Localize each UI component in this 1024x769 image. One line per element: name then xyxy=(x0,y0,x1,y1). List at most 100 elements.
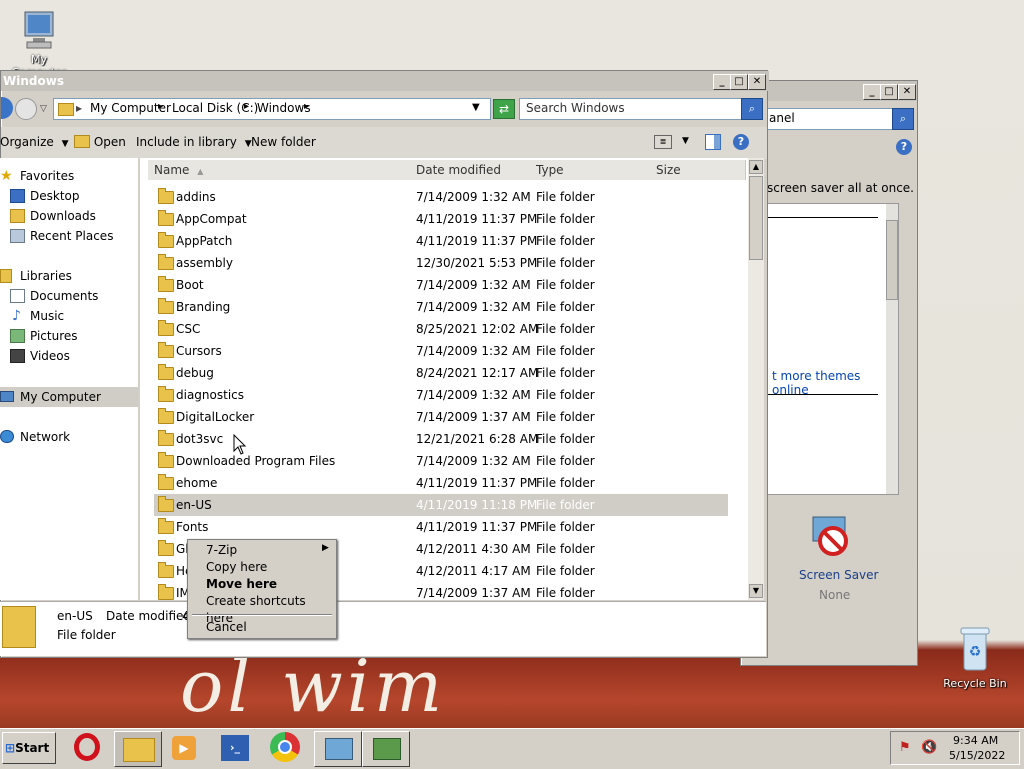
nav-my-computer[interactable]: My Computer xyxy=(0,387,138,407)
column-name-label: Name xyxy=(154,163,190,177)
scroll-thumb[interactable] xyxy=(749,176,763,260)
recent-pages-chevron-icon[interactable]: ▽ xyxy=(40,104,47,114)
context-menu[interactable]: 7-Zip ▶ Copy here Move here Create short… xyxy=(187,539,337,639)
explorer-titlebar[interactable]: Windows xyxy=(1,71,769,91)
search-icon[interactable]: ⌕ xyxy=(892,108,914,130)
nav-network[interactable]: Network xyxy=(0,427,136,447)
taskbar-chrome[interactable] xyxy=(270,732,302,764)
nav-documents[interactable]: Documents xyxy=(0,286,136,306)
preview-pane-icon[interactable] xyxy=(705,134,721,150)
search-input[interactable]: Search Windows xyxy=(519,98,743,120)
forward-button[interactable] xyxy=(15,98,37,120)
file-row[interactable]: Fonts 4/11/2019 11:37 PM File folder xyxy=(154,516,728,538)
column-header-date[interactable]: Date modified xyxy=(410,160,532,180)
nav-music[interactable]: ♪ Music xyxy=(0,306,136,326)
screen-saver-label[interactable]: Screen Saver xyxy=(799,568,878,582)
nav-libraries[interactable]: Libraries xyxy=(0,266,136,286)
search-icon[interactable]: ⌕ xyxy=(741,98,763,120)
help-icon[interactable]: ? xyxy=(733,134,749,150)
address-bar[interactable]: ▸ My Computer ▸ Local Disk (C:) ▸ Window… xyxy=(53,98,491,120)
file-row[interactable]: ehome 4/11/2019 11:37 PM File folder xyxy=(154,472,728,494)
menu-item-7zip[interactable]: 7-Zip xyxy=(188,542,336,559)
nav-pictures[interactable]: Pictures xyxy=(0,326,136,346)
desktop-icon-my-computer[interactable]: My Computer xyxy=(4,10,74,79)
address-dropdown-icon[interactable]: ▼ xyxy=(472,102,480,113)
close-button[interactable]: ✕ xyxy=(748,74,766,90)
taskbar-explorer[interactable] xyxy=(114,731,162,767)
file-name: addins xyxy=(176,190,216,204)
control-panel-search-input[interactable]: anel xyxy=(765,108,893,130)
scroll-down-icon[interactable]: ▼ xyxy=(749,584,763,598)
file-row[interactable]: Cursors 7/14/2009 1:32 AM File folder xyxy=(154,340,728,362)
file-row[interactable]: debug 8/24/2021 12:17 AM File folder xyxy=(154,362,728,384)
desktop-icon-recycle-bin[interactable]: ♻ Recycle Bin xyxy=(940,624,1010,690)
nav-desktop[interactable]: Desktop xyxy=(0,186,136,206)
folder-icon xyxy=(58,103,74,116)
file-row[interactable]: AppPatch 4/11/2019 11:37 PM File folder xyxy=(154,230,728,252)
clock-date[interactable]: 5/15/2022 xyxy=(949,749,1005,762)
nav-favorites[interactable]: ★ Favorites xyxy=(0,166,136,186)
view-options-icon[interactable]: ≣ xyxy=(654,135,672,149)
column-header-size[interactable]: Size xyxy=(650,160,746,180)
get-more-themes-link[interactable]: t more themes online xyxy=(772,369,898,397)
taskbar-media-player[interactable]: ▶ xyxy=(170,733,198,763)
powershell-icon: ›_ xyxy=(221,735,249,761)
computer-icon xyxy=(24,11,54,49)
refresh-icon[interactable]: ⇄ xyxy=(493,99,515,119)
include-in-library-button[interactable]: Include in library ▼ xyxy=(136,134,252,150)
minimize-button[interactable]: _ xyxy=(863,84,881,100)
clock-time[interactable]: 9:34 AM xyxy=(953,734,998,747)
file-row[interactable]: Branding 7/14/2009 1:32 AM File folder xyxy=(154,296,728,318)
scroll-up-icon[interactable]: ▲ xyxy=(749,160,763,174)
file-type: File folder xyxy=(536,388,595,402)
menu-item-create-shortcuts[interactable]: Create shortcuts here xyxy=(188,593,336,625)
file-row[interactable]: diagnostics 7/14/2009 1:32 AM File folder xyxy=(154,384,728,406)
column-header-name[interactable]: Name ▲ xyxy=(148,160,412,180)
maximize-button[interactable]: □ xyxy=(880,84,898,100)
file-row[interactable]: en-US 4/11/2019 11:18 PM File folder xyxy=(154,494,728,516)
breadcrumb-dropdown-icon[interactable]: ▸ xyxy=(244,101,249,112)
taskbar-opera[interactable] xyxy=(72,732,102,762)
file-row[interactable]: addins 7/14/2009 1:32 AM File folder xyxy=(154,186,728,208)
file-row[interactable]: CSC 8/25/2021 12:02 AM File folder xyxy=(154,318,728,340)
action-center-icon[interactable]: ⚑ xyxy=(899,740,911,755)
nav-recent-places[interactable]: Recent Places xyxy=(0,226,136,246)
taskbar-powershell[interactable]: ›_ xyxy=(220,733,250,763)
taskbar-personalization[interactable] xyxy=(362,731,410,767)
scroll-thumb[interactable] xyxy=(886,220,898,300)
nav-downloads-label: Downloads xyxy=(30,209,96,223)
file-list-scrollbar[interactable]: ▲ ▼ xyxy=(748,158,764,600)
help-icon[interactable]: ? xyxy=(896,139,912,155)
breadcrumb-dropdown-icon[interactable]: ▸ xyxy=(158,101,163,112)
minimize-button[interactable]: _ xyxy=(713,74,731,90)
file-row[interactable]: assembly 12/30/2021 5:53 PM File folder xyxy=(154,252,728,274)
breadcrumb-dropdown-icon[interactable]: ▸ xyxy=(304,101,309,112)
file-row[interactable]: DigitalLocker 7/14/2009 1:37 AM File folde… xyxy=(154,406,728,428)
file-row[interactable]: Boot 7/14/2009 1:32 AM File folder xyxy=(154,274,728,296)
themes-list[interactable]: t more themes online xyxy=(767,203,899,495)
menu-item-copy-here[interactable]: Copy here xyxy=(188,559,336,576)
volume-muted-icon[interactable]: 🔇 xyxy=(921,740,937,755)
breadcrumb-windows[interactable]: Windows xyxy=(257,101,311,115)
nav-recent-label: Recent Places xyxy=(30,229,114,243)
start-button[interactable]: ⊞Start xyxy=(2,732,56,764)
close-button[interactable]: ✕ xyxy=(898,84,916,100)
menu-item-move-here[interactable]: Move here xyxy=(188,576,336,593)
nav-music-label: Music xyxy=(30,309,65,323)
maximize-button[interactable]: □ xyxy=(730,74,748,90)
organize-button[interactable]: Organize ▼ xyxy=(0,134,69,150)
divider xyxy=(768,394,878,395)
nav-videos[interactable]: Videos xyxy=(0,346,136,366)
new-folder-button[interactable]: New folder xyxy=(251,134,316,150)
themes-scrollbar[interactable] xyxy=(886,204,898,494)
nav-downloads[interactable]: Downloads xyxy=(0,206,136,226)
libraries-icon xyxy=(0,269,12,283)
taskbar-control-panel[interactable] xyxy=(314,731,362,767)
back-button[interactable] xyxy=(1,97,13,119)
file-row[interactable]: AppCompat 4/11/2019 11:37 PM File folder xyxy=(154,208,728,230)
view-dropdown-icon[interactable]: ▼ xyxy=(682,136,689,146)
open-button[interactable]: Open xyxy=(74,134,126,150)
screen-saver-icon[interactable] xyxy=(809,515,853,559)
column-header-type[interactable]: Type xyxy=(530,160,652,180)
menu-item-cancel[interactable]: Cancel xyxy=(188,619,336,636)
